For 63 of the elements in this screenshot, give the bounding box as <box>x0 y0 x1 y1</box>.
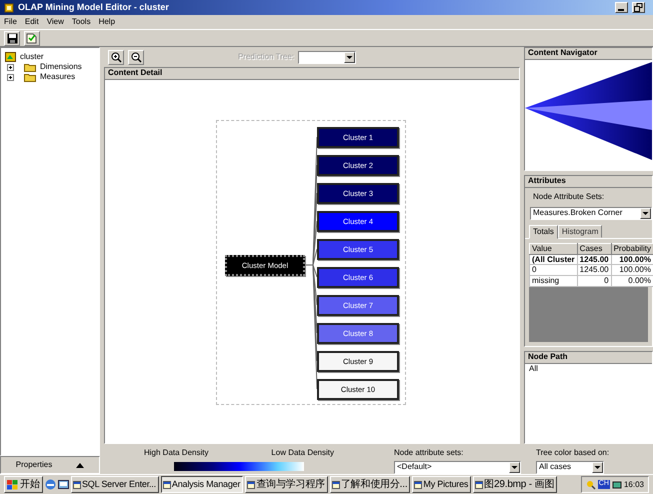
minimize-icon[interactable] <box>618 9 625 12</box>
table-cell: (All Cluster <box>530 254 578 265</box>
legend-label: Low Data Density <box>271 448 334 458</box>
attribute-set-dropdown[interactable]: Measures.Broken Corner <box>530 206 652 220</box>
tree-item[interactable]: cluster <box>20 52 44 62</box>
minimize-button[interactable] <box>615 2 628 13</box>
menu-item[interactable]: Help <box>98 17 116 27</box>
tab[interactable]: Totals <box>529 224 558 240</box>
taskbar-button[interactable]: 查询与学习程序 <box>245 476 328 493</box>
tree-item[interactable]: Dimensions <box>40 62 82 72</box>
windows-logo-icon[interactable] <box>7 480 18 490</box>
node-attribute-sets-label: Node Attribute Sets: <box>532 191 606 202</box>
window-icon[interactable] <box>475 480 484 488</box>
column-header[interactable]: Value <box>530 244 578 254</box>
window-icon[interactable] <box>247 480 256 488</box>
clock-text: 16:03 <box>624 480 644 490</box>
menu-item[interactable]: Tools <box>72 17 91 27</box>
table-cell: 1245.00 <box>577 254 612 265</box>
prediction-tree-dropdown[interactable] <box>298 50 356 64</box>
window-icon[interactable] <box>414 480 422 488</box>
expand-icon[interactable] <box>7 64 14 70</box>
window-icon[interactable] <box>73 480 81 488</box>
menu-item[interactable]: View <box>46 17 64 27</box>
table-cell: 0.00% <box>611 275 653 286</box>
window-title: OLAP Mining Model Editor - cluster <box>18 2 170 13</box>
node-attribute-sets-label: Node attribute sets: <box>394 447 464 458</box>
taskbar-button[interactable]: 了解和使用分... <box>330 476 410 493</box>
pane-header: Node Path <box>525 352 652 364</box>
folder-icon <box>24 62 36 72</box>
taskbar-button[interactable]: 图29.bmp - 画图 <box>473 476 558 493</box>
app-icon <box>4 2 14 12</box>
pane-header: Content Detail <box>105 68 519 80</box>
column-header[interactable]: Probability <box>611 244 653 254</box>
tree-color-dropdown[interactable]: All cases <box>536 460 604 474</box>
monitor-icon[interactable] <box>612 480 622 490</box>
legend-label: High Data Density <box>144 448 208 458</box>
menu-item[interactable]: Edit <box>24 17 39 27</box>
pane-header: Attributes <box>525 176 652 188</box>
tab[interactable]: Histogram <box>558 224 602 238</box>
triangle-up-icon[interactable] <box>76 462 84 468</box>
table-cell: 0 <box>530 264 578 276</box>
pane-header: Content Navigator <box>525 48 652 60</box>
node-attribute-sets-dropdown[interactable]: <Default> <box>394 460 521 474</box>
node-path-text: All <box>528 364 538 375</box>
table-cell: 1245.00 <box>577 264 612 276</box>
table-cell: 0 <box>577 275 612 286</box>
table-cell: 100.00% <box>611 254 653 265</box>
folder-icon <box>24 72 36 82</box>
column-header[interactable]: Cases <box>577 244 612 254</box>
tree-color-label: Tree color based on: <box>536 447 610 458</box>
taskbar-button[interactable]: Analysis Manager <box>160 476 244 493</box>
window-icon[interactable] <box>162 480 171 488</box>
table-cell: 100.00% <box>611 264 653 276</box>
start-button[interactable]: 开始 <box>4 476 43 493</box>
taskbar-button[interactable]: My Pictures <box>412 476 472 493</box>
window-icon[interactable] <box>332 480 340 488</box>
tree-item[interactable]: Measures <box>40 72 76 82</box>
table-cell: missing <box>530 275 578 286</box>
taskbar-button[interactable]: SQL Server Enter... <box>71 476 159 493</box>
menu-item[interactable]: File <box>4 17 17 27</box>
properties-bar[interactable]: Properties <box>0 456 100 474</box>
expand-icon[interactable] <box>7 74 14 80</box>
desktop-icon[interactable] <box>58 479 69 490</box>
